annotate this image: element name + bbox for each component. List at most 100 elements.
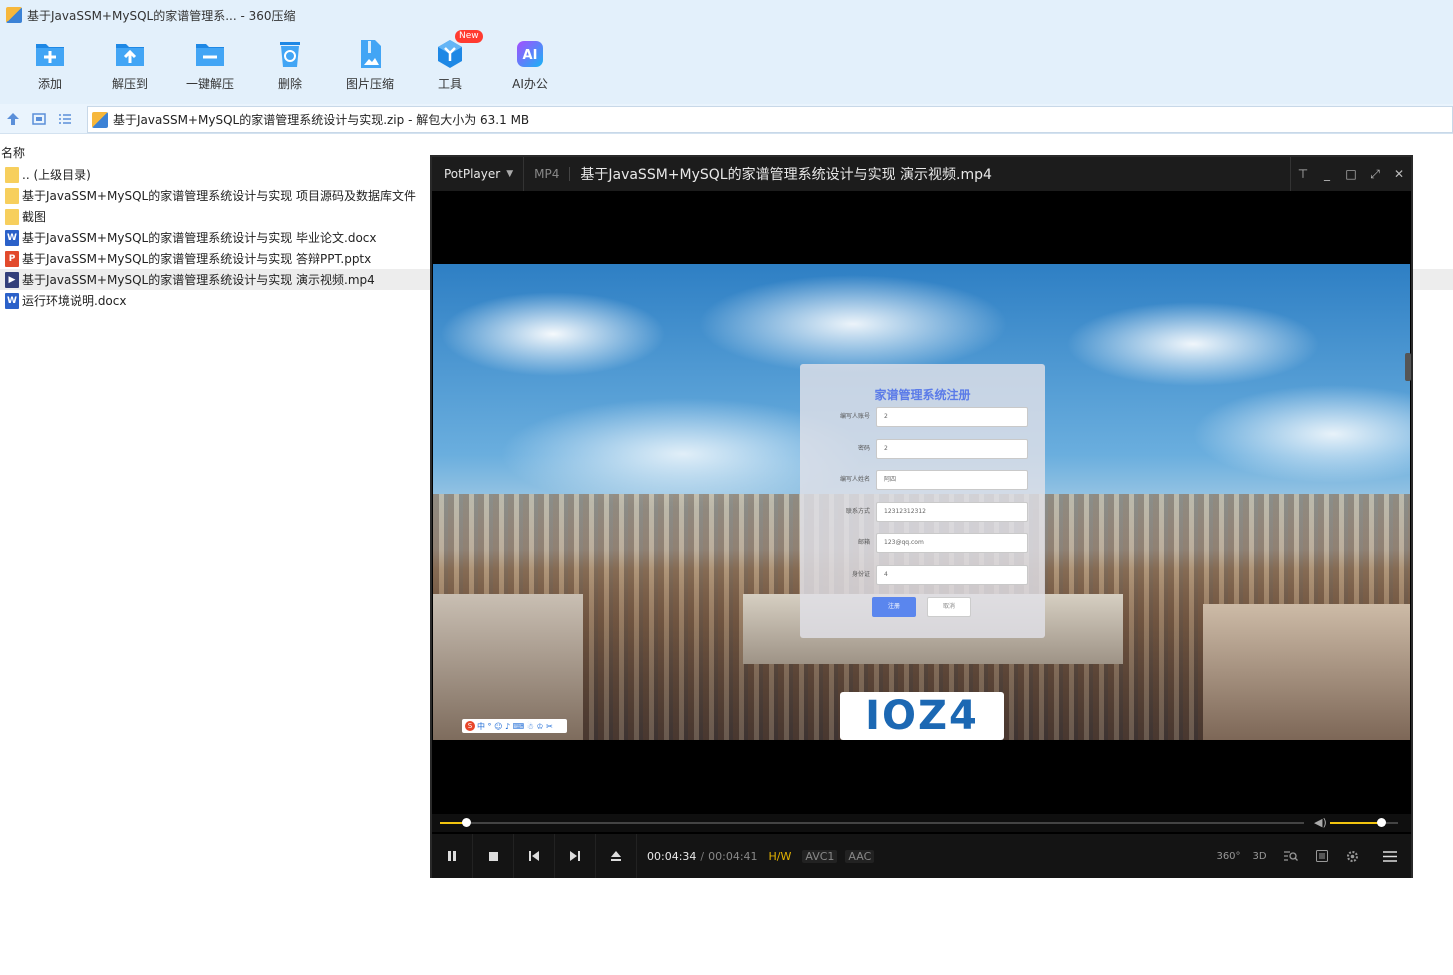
one-click-extract-icon: [194, 38, 226, 70]
ai-office-label: AI办公: [512, 77, 548, 91]
stop-button[interactable]: [473, 834, 514, 878]
hw-decoder-tag[interactable]: H/W: [766, 850, 795, 863]
form-row-id-card: 身份证 4: [800, 565, 1045, 585]
extract-to-icon: [114, 38, 146, 70]
field-label: 编写人账号: [839, 413, 870, 420]
image-compress-icon: [354, 38, 386, 70]
media-format: MP4: [524, 167, 571, 181]
time-display: 00:04:34 / 00:04:41 H/W AVC1 AAC: [637, 849, 875, 863]
app-logo-icon: [6, 7, 22, 23]
field-label: 密码: [857, 445, 870, 452]
volume-slider[interactable]: [1330, 818, 1398, 827]
file-name: 基于JavaSSM+MySQL的家谱管理系统设计与实现 项目源码及数据库文件: [22, 189, 417, 203]
minimize-button[interactable]: _: [1315, 157, 1339, 191]
path-box[interactable]: 基于JavaSSM+MySQL的家谱管理系统设计与实现.zip - 解包大小为 …: [87, 106, 1453, 133]
maximize-icon: □: [1345, 167, 1357, 181]
previous-button[interactable]: [514, 834, 555, 878]
current-time: 00:04:34: [647, 849, 697, 863]
thumbnail-view-icon: [32, 112, 46, 125]
new-badge: New: [455, 30, 483, 43]
title-bar: 基于JavaSSM+MySQL的家谱管理系... - 360压缩: [0, 0, 1453, 30]
thumbnail-view-button[interactable]: [26, 104, 52, 134]
playback-controls: 00:04:34 / 00:04:41 H/W AVC1 AAC 360° 3D: [432, 834, 1411, 878]
add-icon: [34, 38, 66, 70]
fullscreen-button[interactable]: ⤢: [1363, 157, 1387, 191]
audio-codec-tag[interactable]: AAC: [845, 849, 875, 863]
one-click-extract-button[interactable]: 一键解压: [170, 30, 250, 104]
volume-icon[interactable]: ◀): [1314, 816, 1327, 829]
file-name: 基于JavaSSM+MySQL的家谱管理系统设计与实现 演示视频.mp4: [22, 273, 375, 287]
id-card-input: 4: [876, 565, 1028, 585]
eject-icon: [611, 851, 621, 861]
time-separator: /: [700, 849, 705, 863]
maximize-button[interactable]: □: [1339, 157, 1363, 191]
field-label: 邮箱: [857, 539, 870, 546]
toolbar: 添加 解压到 一键解压 删除 图片压缩 New 工具 AI AI办公: [0, 30, 1453, 104]
seek-bar-area: ◀): [432, 814, 1411, 832]
file-name: 基于JavaSSM+MySQL的家谱管理系统设计与实现 答辩PPT.pptx: [22, 252, 372, 266]
ime-toolbar: S 中 ° ☺ ♪ ⌨ ☃ ♔ ✂: [462, 719, 567, 733]
account-input: 2: [876, 407, 1028, 427]
list-view-button[interactable]: [52, 104, 78, 134]
tools-button[interactable]: New 工具: [410, 30, 490, 104]
video-codec-tag[interactable]: AVC1: [802, 849, 838, 863]
3d-button[interactable]: 3D: [1244, 834, 1275, 878]
skip-next-icon: [570, 851, 580, 861]
extract-to-button[interactable]: 解压到: [90, 30, 170, 104]
form-row-password: 密码 2: [800, 439, 1045, 459]
folder-icon: [5, 166, 19, 183]
next-button[interactable]: [555, 834, 596, 878]
form-register-button: 注册: [872, 597, 916, 617]
delete-label: 删除: [277, 77, 302, 91]
chevron-down-icon: ▼: [506, 169, 514, 179]
ime-toolbar-text: 中 ° ☺ ♪ ⌨ ☃ ♔ ✂: [477, 721, 553, 731]
gear-icon: [1347, 850, 1358, 862]
pause-icon: [448, 851, 456, 861]
pause-button[interactable]: [432, 834, 473, 878]
up-level-button[interactable]: [0, 104, 26, 134]
registration-form: 家谱管理系统注册 编写人账号 2 密码 2 编写人姓名 阿四 联系方式 1231…: [800, 364, 1045, 638]
volume-fill: [1330, 822, 1381, 824]
close-button[interactable]: ✕: [1387, 157, 1411, 191]
hamburger-menu-icon: [1382, 850, 1397, 862]
image-compress-label: 图片压缩: [345, 77, 394, 91]
side-panel-handle[interactable]: [1405, 353, 1411, 381]
pin-button[interactable]: ⊤: [1291, 157, 1315, 191]
image-compress-button[interactable]: 图片压缩: [330, 30, 410, 104]
skip-previous-icon: [529, 851, 539, 861]
vr-360-button[interactable]: 360°: [1213, 834, 1244, 878]
folder-icon: [5, 187, 19, 204]
window-title: 基于JavaSSM+MySQL的家谱管理系... - 360压缩: [27, 8, 296, 23]
field-label: 身份证: [851, 571, 870, 578]
menu-button[interactable]: [1368, 834, 1411, 878]
ai-office-button[interactable]: AI AI办公: [490, 30, 570, 104]
file-name: 基于JavaSSM+MySQL的家谱管理系统设计与实现 毕业论文.docx: [22, 231, 377, 245]
name-input: 阿四: [876, 470, 1028, 490]
playlist-button[interactable]: [1306, 834, 1337, 878]
video-frame[interactable]: 家谱管理系统注册 编写人账号 2 密码 2 编写人姓名 阿四 联系方式 1231…: [433, 264, 1410, 740]
compressor-window: 基于JavaSSM+MySQL的家谱管理系... - 360压缩 添加 解压到 …: [0, 0, 1453, 975]
add-button[interactable]: 添加: [10, 30, 90, 104]
file-name: 运行环境说明.docx: [22, 294, 127, 308]
delete-button[interactable]: 删除: [250, 30, 330, 104]
settings-button[interactable]: [1337, 834, 1368, 878]
close-icon: ✕: [1393, 167, 1405, 181]
arrow-up-icon: [7, 112, 19, 125]
watermark-logo: IOZ4: [840, 692, 1004, 740]
form-title: 家谱管理系统注册: [874, 388, 971, 402]
zoom-search-button[interactable]: [1275, 834, 1306, 878]
eject-button[interactable]: [596, 834, 637, 878]
zoom-list-icon: [1283, 851, 1298, 861]
ai-office-icon: AI: [514, 38, 546, 70]
mp4-file-icon: ▶: [5, 271, 19, 288]
zip-file-icon: [92, 111, 108, 128]
form-row-phone: 联系方式 12312312312: [800, 502, 1045, 522]
tools-label: 工具: [437, 77, 462, 91]
seek-bar[interactable]: [440, 818, 1304, 827]
volume-handle[interactable]: [1377, 818, 1386, 827]
seek-handle[interactable]: [462, 818, 472, 827]
email-input: 123@qq.com: [876, 533, 1028, 553]
one-click-extract-label: 一键解压: [185, 77, 234, 91]
potplayer-menu-button[interactable]: PotPlayer ▼: [432, 157, 525, 191]
file-name: 截图: [22, 210, 47, 224]
